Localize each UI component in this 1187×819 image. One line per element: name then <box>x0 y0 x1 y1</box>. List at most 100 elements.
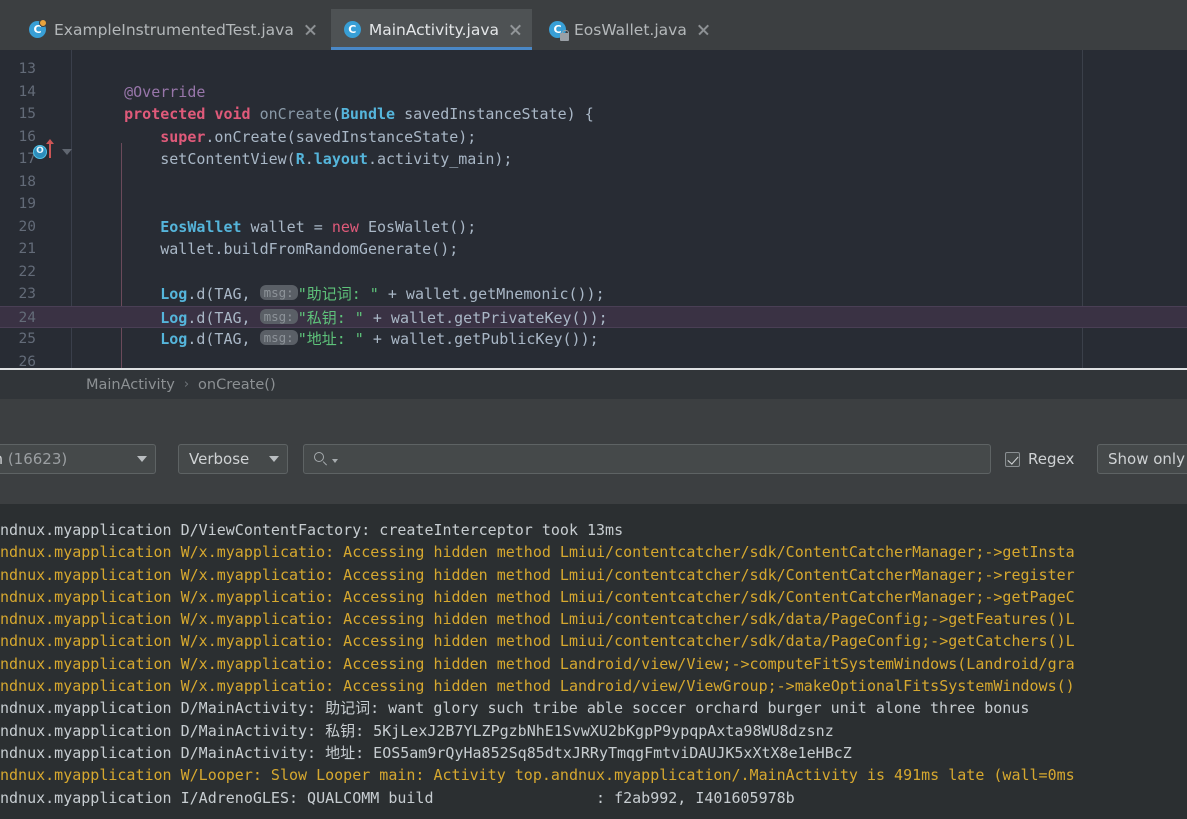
code-token: "私钥: " <box>297 308 364 327</box>
java-class-icon: C <box>343 21 361 38</box>
process-name: plication <box>0 450 3 468</box>
line-number: 23 <box>18 286 36 302</box>
code-token: ( <box>331 105 341 123</box>
code-text: EosWallet wallet = new EosWallet(); <box>88 216 476 239</box>
breadcrumb-item-class[interactable]: MainActivity <box>86 377 175 393</box>
override-method-icon[interactable]: O <box>33 145 47 159</box>
breadcrumb-item-method[interactable]: onCreate() <box>198 377 276 393</box>
code-token: "助记词: " <box>297 285 379 303</box>
tab-eos-wallet[interactable]: C EosWallet.java <box>536 9 720 50</box>
code-token: void <box>214 105 251 123</box>
code-line[interactable]: 15 protected void onCreate(Bundle savedI… <box>0 103 1187 126</box>
log-line[interactable]: ndnux.myapplication W/x.myapplicatio: Ac… <box>0 564 1187 586</box>
close-icon[interactable] <box>509 23 522 36</box>
log-line[interactable]: ndnux.myapplication W/Looper: Slow Loope… <box>0 764 1187 786</box>
code-line[interactable]: 22 <box>0 261 1187 284</box>
log-line[interactable]: ndnux.myapplication D/MainActivity: 助记词:… <box>0 697 1187 719</box>
code-token: new <box>331 217 359 236</box>
line-number: 17 <box>18 151 36 167</box>
code-token: layout <box>313 150 368 168</box>
log-line[interactable]: ndnux.myapplication W/x.myapplicatio: Ac… <box>0 630 1187 652</box>
code-line[interactable]: 19 <box>0 193 1187 216</box>
code-line[interactable]: 23 Log.d(TAG, msg: "助记词: " + wallet.getMn… <box>0 283 1187 306</box>
code-text: @Override <box>88 81 205 104</box>
regex-toggle[interactable]: Regex <box>1005 450 1074 468</box>
code-token: .d(TAG, <box>187 285 260 303</box>
code-line[interactable]: 26 <box>0 351 1187 369</box>
code-line[interactable]: 25 Log.d(TAG, msg: "地址: " + wallet.getPub… <box>0 328 1187 351</box>
log-level-selector[interactable]: Verbose <box>178 444 288 474</box>
logcat-toolbar: plication (16623) Verbose Regex <box>0 437 1187 481</box>
log-line[interactable]: ndnux.myapplication W/x.myapplicatio: Ac… <box>0 541 1187 563</box>
line-number: 26 <box>18 353 36 369</box>
code-token: Log <box>160 285 188 303</box>
code-token: onCreate <box>259 105 332 123</box>
code-token: Log <box>160 330 188 348</box>
line-number: 25 <box>18 331 36 347</box>
logcat-search-field[interactable] <box>303 444 991 474</box>
code-line[interactable]: 21 wallet.buildFromRandomGenerate(); <box>0 238 1187 261</box>
code-token: R <box>295 150 305 168</box>
code-text: Log.d(TAG, msg: "私钥: " + wallet.getPrivat… <box>88 307 608 330</box>
tab-example-instrumented-test[interactable]: C ExampleInstrumentedTest.java <box>16 9 327 50</box>
code-token: protected <box>124 105 206 123</box>
code-line[interactable]: 13 <box>0 58 1187 81</box>
code-line-container[interactable]: 13 14 @Override 15 protected void onCreate… <box>0 58 1187 368</box>
code-line[interactable]: 18 <box>0 171 1187 194</box>
log-line[interactable]: ndnux.myapplication W/x.myapplicatio: Ac… <box>0 675 1187 697</box>
code-line[interactable]: 14 @Override <box>0 81 1187 104</box>
code-token: + wallet.getMnemonic()); <box>378 285 605 303</box>
process-pid: (16623) <box>7 450 68 468</box>
code-token: EosWallet <box>160 217 242 236</box>
logcat-output[interactable]: ndnux.myapplication D/ViewContentFactory… <box>0 504 1187 819</box>
process-selector[interactable]: plication (16623) <box>0 444 156 474</box>
log-line[interactable]: ndnux.myapplication W/x.myapplicatio: Ac… <box>0 586 1187 608</box>
log-line[interactable]: ndnux.myapplication D/MainActivity: 地址: … <box>0 742 1187 764</box>
line-number: 18 <box>18 173 36 190</box>
code-token: super <box>160 127 206 146</box>
log-line[interactable]: ndnux.myapplication D/MainActivity: 私钥: … <box>0 720 1187 742</box>
chevron-down-icon <box>137 456 147 462</box>
code-token: @Override <box>124 82 206 101</box>
line-number: 16 <box>18 128 36 145</box>
show-only-button[interactable]: Show only <box>1097 444 1187 474</box>
code-token: wallet.buildFromRandomGenerate(); <box>88 240 459 258</box>
code-line[interactable]: 16 super.onCreate(savedInstanceState); <box>0 126 1187 149</box>
code-token: + wallet.getPrivateKey()); <box>363 308 608 327</box>
code-token: .d(TAG, <box>187 308 260 327</box>
code-token: setContentView( <box>88 150 296 168</box>
breadcrumb: MainActivity › onCreate() <box>0 370 1187 399</box>
code-line[interactable]: 17 setContentView(R.layout.activity_main… <box>0 148 1187 171</box>
line-number: 20 <box>18 218 36 235</box>
log-line[interactable]: ndnux.myapplication I/AdrenoGLES: QUALCO… <box>0 787 1187 809</box>
android-studio-window: C ExampleInstrumentedTest.java C MainAct… <box>0 0 1187 819</box>
parameter-hint-chip: msg: <box>259 285 298 300</box>
log-line[interactable]: ndnux.myapplication W/x.myapplicatio: Ac… <box>0 653 1187 675</box>
search-icon <box>314 452 328 466</box>
code-fold-icon[interactable] <box>62 149 72 155</box>
code-line[interactable]: 20 EosWallet wallet = new EosWallet(); <box>0 216 1187 239</box>
chevron-down-icon[interactable] <box>332 459 338 463</box>
regex-checkbox[interactable] <box>1005 451 1020 467</box>
code-line[interactable]: 24 Log.d(TAG, msg: "私钥: " + wallet.getPri… <box>0 305 1187 330</box>
tab-label: MainActivity.java <box>368 20 499 39</box>
code-text: Log.d(TAG, msg: "地址: " + wallet.getPublic… <box>88 328 599 351</box>
code-token: wallet = <box>241 217 332 236</box>
code-editor[interactable]: 13 14 @Override 15 protected void onCreate… <box>0 50 1187 368</box>
tab-main-activity[interactable]: C MainActivity.java <box>330 9 532 50</box>
log-line[interactable]: ndnux.myapplication W/x.myapplicatio: Ac… <box>0 608 1187 630</box>
code-text: Log.d(TAG, msg: "助记词: " + wallet.getMnemo… <box>88 283 605 306</box>
chevron-down-icon <box>269 456 279 462</box>
code-text: protected void onCreate(Bundle savedInst… <box>88 103 594 126</box>
close-icon[interactable] <box>697 23 710 36</box>
line-number: 14 <box>18 83 36 100</box>
close-icon[interactable] <box>304 23 317 36</box>
log-line[interactable]: ndnux.myapplication D/ViewContentFactory… <box>0 519 1187 541</box>
